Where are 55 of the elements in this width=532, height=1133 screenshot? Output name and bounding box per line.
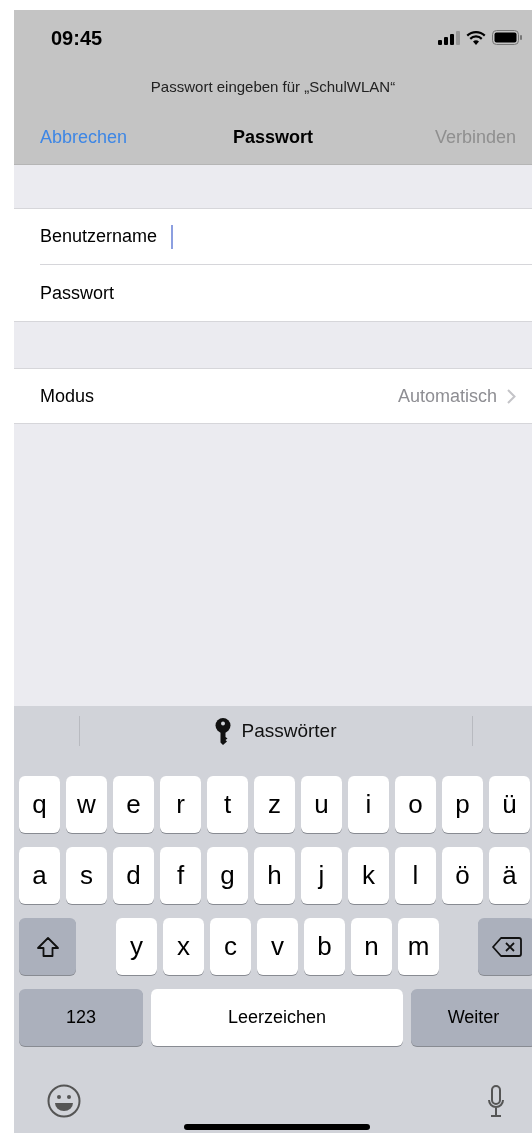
letter-key[interactable]: j bbox=[301, 847, 342, 904]
letter-key[interactable]: r bbox=[160, 776, 201, 833]
signal-icon bbox=[438, 30, 460, 45]
text-cursor bbox=[171, 224, 174, 249]
letter-key[interactable]: ü bbox=[489, 776, 530, 833]
letter-key[interactable]: e bbox=[113, 776, 154, 833]
battery-icon bbox=[492, 30, 522, 45]
space-key[interactable]: Leerzeichen bbox=[151, 989, 403, 1046]
letter-key[interactable]: y bbox=[116, 918, 157, 975]
field-label: Passwort bbox=[40, 281, 115, 305]
letter-key[interactable]: h bbox=[254, 847, 295, 904]
letter-key[interactable]: q bbox=[19, 776, 60, 833]
letter-key[interactable]: o bbox=[395, 776, 436, 833]
letter-key[interactable]: k bbox=[348, 847, 389, 904]
delete-key[interactable] bbox=[478, 918, 532, 975]
shift-key[interactable] bbox=[19, 918, 76, 975]
form-row[interactable]: Benutzername bbox=[40, 209, 532, 265]
letter-key[interactable]: u bbox=[301, 776, 342, 833]
letter-key[interactable]: z bbox=[254, 776, 295, 833]
letter-key[interactable]: p bbox=[442, 776, 483, 833]
row-label: Modus bbox=[40, 384, 95, 408]
numbers-key[interactable]: 123 bbox=[19, 989, 143, 1046]
passwords-suggestion[interactable]: Passwörter bbox=[80, 706, 472, 756]
key-icon bbox=[215, 717, 232, 745]
nav-title: Passwort bbox=[233, 125, 313, 149]
letter-key[interactable]: w bbox=[66, 776, 107, 833]
form-row[interactable]: Passwort bbox=[40, 265, 532, 321]
letter-key[interactable]: s bbox=[66, 847, 107, 904]
shift-icon bbox=[35, 935, 60, 958]
wifi-icon bbox=[466, 30, 486, 45]
microphone-icon[interactable] bbox=[487, 1085, 505, 1119]
letter-key[interactable]: l bbox=[395, 847, 436, 904]
letter-key[interactable]: f bbox=[160, 847, 201, 904]
return-key[interactable]: Weiter bbox=[411, 989, 532, 1046]
letter-key[interactable]: v bbox=[257, 918, 298, 975]
letter-key[interactable]: g bbox=[207, 847, 248, 904]
letter-key[interactable]: t bbox=[207, 776, 248, 833]
letter-key[interactable]: ä bbox=[489, 847, 530, 904]
letter-key[interactable]: i bbox=[348, 776, 389, 833]
prompt-text: Passwort eingeben für „SchulWLAN“ bbox=[150, 77, 396, 98]
letter-key[interactable]: x bbox=[163, 918, 204, 975]
letter-key[interactable]: n bbox=[351, 918, 392, 975]
letter-key[interactable]: d bbox=[113, 847, 154, 904]
delete-icon bbox=[491, 936, 522, 957]
status-time: 09:45 bbox=[51, 25, 103, 51]
row-value: Automatisch bbox=[397, 384, 497, 408]
field-label: Benutzername bbox=[40, 225, 158, 248]
letter-key[interactable]: ö bbox=[442, 847, 483, 904]
letter-key[interactable]: a bbox=[19, 847, 60, 904]
emoji-icon[interactable] bbox=[47, 1084, 81, 1118]
letter-key[interactable]: c bbox=[210, 918, 251, 975]
letter-key[interactable]: m bbox=[398, 918, 439, 975]
letter-key[interactable]: b bbox=[304, 918, 345, 975]
settings-row[interactable]: Modus Automatisch bbox=[14, 369, 532, 423]
chevron-icon bbox=[507, 388, 516, 404]
